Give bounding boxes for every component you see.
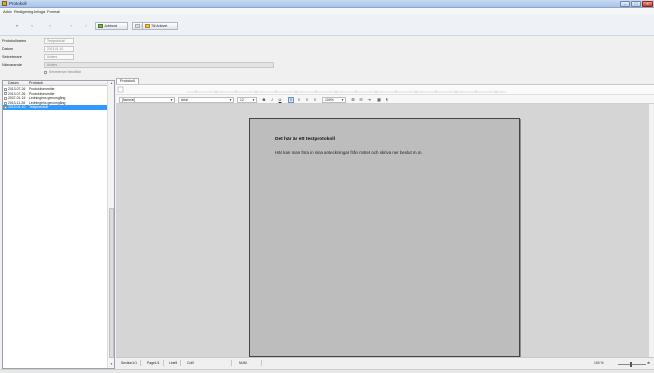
format-toolbar: [Normal] ▼ Arial ▼ 12 ▼ B I U ≡ ≡ ≡ ≡ 100% ▼… (116, 94, 654, 104)
row-checkbox[interactable] (4, 101, 7, 105)
status-page: Page1/1 (144, 360, 164, 366)
row-date: 2007-01-15 (8, 96, 26, 101)
zoom-in-icon[interactable]: ⊕ (647, 360, 650, 366)
zoom-level: 100 % (594, 361, 604, 365)
align-justify-icon[interactable]: ≡ (312, 97, 318, 103)
datum-label: Datum (2, 47, 14, 51)
sekreterare-checkbox[interactable]: Sekreterare bekräftat (44, 70, 81, 74)
checkbox-box[interactable] (44, 70, 47, 74)
row-date: 2013-11-26 (8, 100, 26, 105)
protocol-list: Datum Protokoll 2013-07-26 Produktionsmö… (2, 80, 115, 369)
chevron-down-icon: ▼ (170, 98, 173, 102)
maximize-button[interactable]: □ (631, 1, 641, 7)
row-date: 2013-07-26 (8, 87, 26, 91)
editor-scrollbar[interactable] (648, 104, 654, 357)
minimize-button[interactable]: – (620, 1, 630, 7)
narvarande-label: Närvarande (2, 63, 22, 67)
status-bar: Section1/1 Page1/1 Line5 Col0 NUM 100 % … (116, 357, 654, 367)
row-checkbox[interactable] (4, 96, 7, 100)
toolbar: « ‹ › » ✓ Jobbord Förhandsgranska Till A… (0, 14, 654, 36)
sekreterare-field[interactable]: Anders (44, 54, 74, 60)
table-icon[interactable]: ▦ (376, 97, 382, 103)
jobbord-button[interactable]: Jobbord (95, 22, 128, 30)
status-col: Col0 (184, 360, 232, 366)
checkbox-label: Sekreterare bekräftat (49, 70, 81, 74)
style-combo[interactable]: [Normal] ▼ (119, 97, 175, 103)
status-line: Line5 (166, 360, 182, 366)
zoom-combo[interactable]: 100% ▼ (322, 97, 346, 103)
row-name: Ledningens genomgång (29, 100, 66, 105)
window-title: Protokoll (9, 1, 27, 6)
preview-icon (135, 24, 140, 28)
list-scrollbar[interactable]: ▲ ▼ (107, 81, 114, 368)
scroll-up-icon[interactable]: ▲ (108, 81, 115, 87)
col-datum[interactable]: Datum (8, 81, 19, 85)
app-icon (2, 1, 7, 6)
row-name: Testprotokoll (29, 105, 49, 110)
font-value: Arial (181, 98, 188, 102)
document-page[interactable]: Det här är ett testprotokoll Här kan man… (249, 118, 520, 357)
status-section: Section1/1 (118, 360, 142, 366)
ruler (116, 84, 654, 94)
title-bar: Protokoll – □ × (0, 0, 654, 8)
chevron-down-icon: ▼ (229, 98, 232, 102)
align-left-icon[interactable]: ≡ (288, 97, 294, 103)
chevron-down-icon: ▼ (252, 98, 255, 102)
jobbord-label: Jobbord (104, 24, 117, 28)
nav-next-button[interactable]: › (47, 23, 53, 29)
document-body: Här kan man föra in sina anteckningar fr… (275, 150, 423, 155)
window-bottom-edge (0, 369, 654, 373)
archive-label: Till Arkivet (151, 24, 168, 28)
zoom-slider-knob[interactable] (630, 362, 632, 367)
row-checkbox[interactable] (4, 92, 7, 96)
underline-button[interactable]: U (277, 97, 283, 103)
globe-icon (98, 24, 103, 28)
zoom-combo-value: 100% (325, 98, 334, 102)
font-combo[interactable]: Arial ▼ (178, 97, 234, 103)
bullet-list-icon[interactable]: ☰ (350, 97, 356, 103)
col-protokoll[interactable]: Protokoll (29, 81, 43, 85)
archive-button[interactable]: Till Arkivet (142, 22, 178, 30)
style-value: [Normal] (122, 98, 135, 102)
nav-first-button[interactable]: « (14, 23, 20, 29)
sekreterare-label: Sekreterare (2, 55, 22, 59)
list-item-selected[interactable]: 2013-01-10 Testprotokoll (3, 105, 108, 110)
row-checkbox[interactable] (4, 87, 7, 91)
size-combo[interactable]: 12 ▼ (237, 97, 257, 103)
document-heading: Det här är ett testprotokoll (275, 137, 335, 142)
italic-button[interactable]: I (269, 97, 275, 103)
bold-button[interactable]: B (261, 97, 267, 103)
zoom-slider[interactable] (618, 364, 646, 365)
size-value: 12 (240, 98, 244, 102)
row-name: Produktionsmöte (29, 87, 55, 91)
numbered-list-icon[interactable]: ☷ (358, 97, 364, 103)
align-center-icon[interactable]: ≡ (296, 97, 302, 103)
save-icon[interactable]: ✓ (83, 23, 89, 29)
protokollnamn-label: Protokollnamn (2, 39, 27, 43)
indent-icon[interactable]: ⇥ (366, 97, 372, 103)
align-right-icon[interactable]: ≡ (304, 97, 310, 103)
scroll-down-icon[interactable]: ▼ (108, 362, 115, 368)
nav-last-button[interactable]: » (68, 23, 74, 29)
datum-field[interactable]: 2013-01-10 (44, 46, 74, 52)
scroll-thumb[interactable] (109, 208, 114, 358)
row-checkbox[interactable] (4, 106, 7, 110)
narvarande-field[interactable]: Anders (44, 62, 274, 68)
close-button[interactable]: × (642, 1, 653, 7)
row-name: Ledningens genomgång (29, 96, 66, 101)
row-date: 2013-07-26 (8, 91, 26, 96)
chevron-down-icon: ▼ (341, 98, 344, 102)
row-name: Produktionsmöte (29, 91, 55, 96)
editor-panel: Protokoll [Normal] ▼ Arial ▼ 12 ▼ B I U … (116, 78, 654, 369)
protokollnamn-field[interactable]: Testprotokoll (44, 38, 74, 44)
document-area[interactable]: Det här är ett testprotokoll Här kan man… (116, 104, 648, 357)
protocol-meta: Protokollnamn Testprotokoll Datum 2013-0… (0, 36, 654, 79)
row-date: 2013-01-10 (8, 105, 26, 110)
list-header: Datum Protokoll (3, 81, 108, 86)
nav-prev-button[interactable]: ‹ (29, 23, 35, 29)
pilcrow-icon[interactable]: ¶ (384, 97, 390, 103)
status-num: NUM (236, 360, 262, 366)
folder-icon (145, 24, 150, 28)
